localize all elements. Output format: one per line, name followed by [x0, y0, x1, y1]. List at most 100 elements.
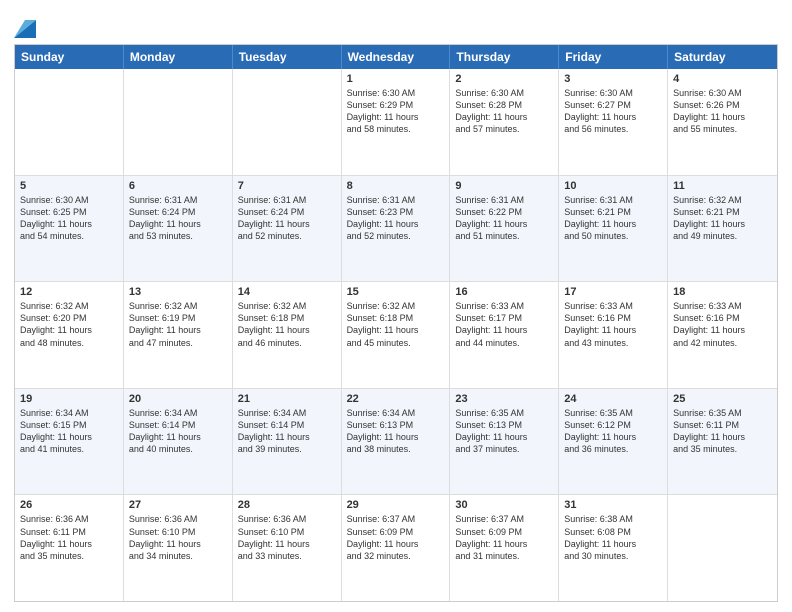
calendar-cell: 25Sunrise: 6:35 AM Sunset: 6:11 PM Dayli… [668, 389, 777, 495]
calendar-cell: 30Sunrise: 6:37 AM Sunset: 6:09 PM Dayli… [450, 495, 559, 601]
calendar-cell: 7 Sunrise: 6:31 AM Sunset: 6:24 PM Daylig… [233, 176, 342, 282]
calendar-row: 26 Sunrise: 6:36 AM Sunset: 6:11 PM Dayli… [15, 494, 777, 601]
calendar-cell: 8 Sunrise: 6:31 AM Sunset: 6:23 PM Daylig… [342, 176, 451, 282]
calendar-row: 5 Sunrise: 6:30 AM Sunset: 6:25 PM Daylig… [15, 175, 777, 282]
day-number: 22 [347, 393, 445, 405]
calendar-cell: 28 Sunrise: 6:36 AM Sunset: 6:10 PM Dayli… [233, 495, 342, 601]
calendar-header-cell: Sunday [15, 45, 124, 69]
day-number: 21 [238, 393, 336, 405]
cell-info: Sunrise: 6:35 AM Sunset: 6:11 PM Dayligh… [673, 407, 772, 456]
day-number: 3 [564, 73, 662, 85]
day-number: 18 [673, 286, 772, 298]
cell-info: Sunrise: 6:34 AM Sunset: 6:15 PM Dayligh… [20, 407, 118, 456]
calendar-header-cell: Thursday [450, 45, 559, 69]
cell-info: Sunrise: 6:31 AM Sunset: 6:22 PM Dayligh… [455, 194, 553, 243]
calendar-cell: 6 Sunrise: 6:31 AM Sunset: 6:24 PM Daylig… [124, 176, 233, 282]
day-number: 13 [129, 286, 227, 298]
day-number: 10 [564, 180, 662, 192]
calendar-cell: 20 Sunrise: 6:34 AM Sunset: 6:14 PM Dayli… [124, 389, 233, 495]
calendar-row: 12 Sunrise: 6:32 AM Sunset: 6:20 PM Dayli… [15, 281, 777, 388]
cell-info: Sunrise: 6:32 AM Sunset: 6:20 PM Dayligh… [20, 300, 118, 349]
day-number: 7 [238, 180, 336, 192]
calendar-cell: 1Sunrise: 6:30 AM Sunset: 6:29 PM Daylig… [342, 69, 451, 175]
day-number: 15 [347, 286, 445, 298]
cell-info: Sunrise: 6:30 AM Sunset: 6:28 PM Dayligh… [455, 87, 553, 136]
cell-info: Sunrise: 6:31 AM Sunset: 6:23 PM Dayligh… [347, 194, 445, 243]
calendar-cell: 15 Sunrise: 6:32 AM Sunset: 6:18 PM Dayli… [342, 282, 451, 388]
cell-info: Sunrise: 6:36 AM Sunset: 6:10 PM Dayligh… [238, 513, 336, 562]
calendar-cell: 12 Sunrise: 6:32 AM Sunset: 6:20 PM Dayli… [15, 282, 124, 388]
cell-info: Sunrise: 6:32 AM Sunset: 6:21 PM Dayligh… [673, 194, 772, 243]
day-number: 26 [20, 499, 118, 511]
calendar-cell: 19 Sunrise: 6:34 AM Sunset: 6:15 PM Dayli… [15, 389, 124, 495]
calendar-header: SundayMondayTuesdayWednesdayThursdayFrid… [15, 45, 777, 69]
calendar-header-cell: Friday [559, 45, 668, 69]
day-number: 2 [455, 73, 553, 85]
calendar-cell [668, 495, 777, 601]
calendar-cell: 9 Sunrise: 6:31 AM Sunset: 6:22 PM Daylig… [450, 176, 559, 282]
calendar-cell: 4 Sunrise: 6:30 AM Sunset: 6:26 PM Daylig… [668, 69, 777, 175]
calendar-cell: 27 Sunrise: 6:36 AM Sunset: 6:10 PM Dayli… [124, 495, 233, 601]
calendar-cell: 26 Sunrise: 6:36 AM Sunset: 6:11 PM Dayli… [15, 495, 124, 601]
day-number: 5 [20, 180, 118, 192]
logo-area [14, 10, 40, 38]
cell-info: Sunrise: 6:34 AM Sunset: 6:14 PM Dayligh… [129, 407, 227, 456]
day-number: 8 [347, 180, 445, 192]
calendar-body: 1Sunrise: 6:30 AM Sunset: 6:29 PM Daylig… [15, 69, 777, 601]
cell-info: Sunrise: 6:35 AM Sunset: 6:13 PM Dayligh… [455, 407, 553, 456]
day-number: 20 [129, 393, 227, 405]
calendar-row: 19 Sunrise: 6:34 AM Sunset: 6:15 PM Dayli… [15, 388, 777, 495]
cell-info: Sunrise: 6:33 AM Sunset: 6:16 PM Dayligh… [673, 300, 772, 349]
day-number: 16 [455, 286, 553, 298]
day-number: 27 [129, 499, 227, 511]
calendar-cell: 21 Sunrise: 6:34 AM Sunset: 6:14 PM Dayli… [233, 389, 342, 495]
day-number: 6 [129, 180, 227, 192]
calendar-cell [15, 69, 124, 175]
calendar-cell: 16 Sunrise: 6:33 AM Sunset: 6:17 PM Dayli… [450, 282, 559, 388]
calendar-cell: 22Sunrise: 6:34 AM Sunset: 6:13 PM Dayli… [342, 389, 451, 495]
calendar-header-cell: Monday [124, 45, 233, 69]
cell-info: Sunrise: 6:31 AM Sunset: 6:24 PM Dayligh… [238, 194, 336, 243]
day-number: 31 [564, 499, 662, 511]
calendar-cell: 29Sunrise: 6:37 AM Sunset: 6:09 PM Dayli… [342, 495, 451, 601]
day-number: 28 [238, 499, 336, 511]
calendar-cell: 2 Sunrise: 6:30 AM Sunset: 6:28 PM Daylig… [450, 69, 559, 175]
header [14, 10, 778, 38]
page: SundayMondayTuesdayWednesdayThursdayFrid… [0, 0, 792, 612]
day-number: 17 [564, 286, 662, 298]
calendar-cell: 3 Sunrise: 6:30 AM Sunset: 6:27 PM Daylig… [559, 69, 668, 175]
cell-info: Sunrise: 6:33 AM Sunset: 6:17 PM Dayligh… [455, 300, 553, 349]
calendar-header-cell: Tuesday [233, 45, 342, 69]
day-number: 29 [347, 499, 445, 511]
day-number: 24 [564, 393, 662, 405]
cell-info: Sunrise: 6:30 AM Sunset: 6:26 PM Dayligh… [673, 87, 772, 136]
calendar-cell: 24Sunrise: 6:35 AM Sunset: 6:12 PM Dayli… [559, 389, 668, 495]
day-number: 9 [455, 180, 553, 192]
calendar-cell [233, 69, 342, 175]
cell-info: Sunrise: 6:37 AM Sunset: 6:09 PM Dayligh… [455, 513, 553, 562]
logo-icon [14, 10, 36, 38]
day-number: 19 [20, 393, 118, 405]
calendar-cell: 5 Sunrise: 6:30 AM Sunset: 6:25 PM Daylig… [15, 176, 124, 282]
calendar-cell: 10Sunrise: 6:31 AM Sunset: 6:21 PM Dayli… [559, 176, 668, 282]
cell-info: Sunrise: 6:36 AM Sunset: 6:11 PM Dayligh… [20, 513, 118, 562]
cell-info: Sunrise: 6:32 AM Sunset: 6:18 PM Dayligh… [347, 300, 445, 349]
cell-info: Sunrise: 6:33 AM Sunset: 6:16 PM Dayligh… [564, 300, 662, 349]
cell-info: Sunrise: 6:30 AM Sunset: 6:27 PM Dayligh… [564, 87, 662, 136]
calendar-row: 1Sunrise: 6:30 AM Sunset: 6:29 PM Daylig… [15, 69, 777, 175]
calendar-cell [124, 69, 233, 175]
cell-info: Sunrise: 6:36 AM Sunset: 6:10 PM Dayligh… [129, 513, 227, 562]
calendar-cell: 17 Sunrise: 6:33 AM Sunset: 6:16 PM Dayli… [559, 282, 668, 388]
day-number: 4 [673, 73, 772, 85]
calendar-header-cell: Wednesday [342, 45, 451, 69]
day-number: 14 [238, 286, 336, 298]
cell-info: Sunrise: 6:31 AM Sunset: 6:24 PM Dayligh… [129, 194, 227, 243]
cell-info: Sunrise: 6:34 AM Sunset: 6:14 PM Dayligh… [238, 407, 336, 456]
cell-info: Sunrise: 6:30 AM Sunset: 6:29 PM Dayligh… [347, 87, 445, 136]
cell-info: Sunrise: 6:38 AM Sunset: 6:08 PM Dayligh… [564, 513, 662, 562]
calendar-cell: 23 Sunrise: 6:35 AM Sunset: 6:13 PM Dayli… [450, 389, 559, 495]
day-number: 12 [20, 286, 118, 298]
cell-info: Sunrise: 6:30 AM Sunset: 6:25 PM Dayligh… [20, 194, 118, 243]
day-number: 23 [455, 393, 553, 405]
calendar-cell: 13Sunrise: 6:32 AM Sunset: 6:19 PM Dayli… [124, 282, 233, 388]
